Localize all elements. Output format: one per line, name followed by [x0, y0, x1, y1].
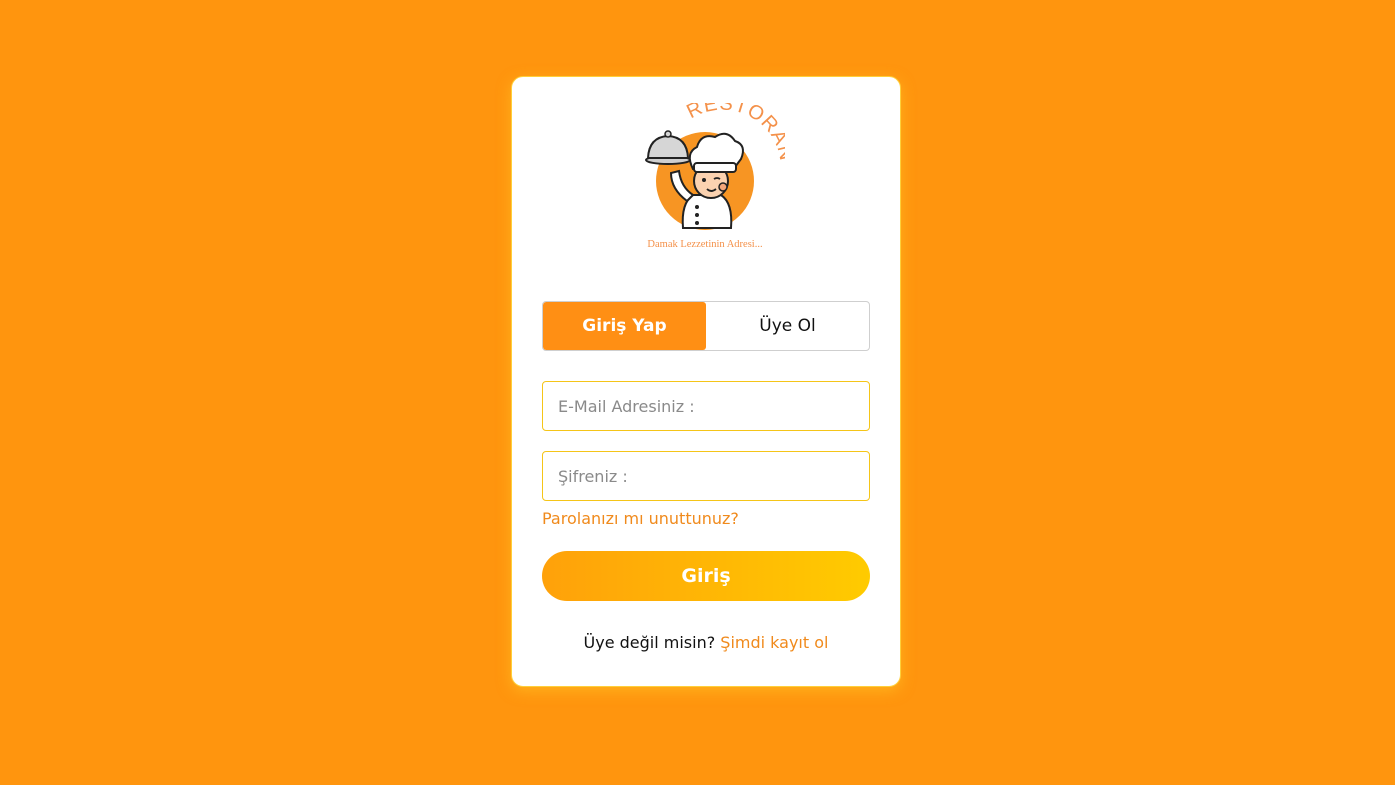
tab-login[interactable]: Giriş Yap: [543, 302, 706, 350]
signup-link[interactable]: Şimdi kayıt ol: [720, 633, 828, 652]
auth-tabs: Giriş Yap Üye Ol: [542, 301, 870, 351]
password-input[interactable]: [542, 451, 870, 501]
brand-tagline: Damak Lezzetinin Adresi...: [647, 239, 762, 250]
email-input[interactable]: [542, 381, 870, 431]
forgot-password-link[interactable]: Parolanızı mı unuttunuz?: [542, 509, 739, 528]
login-button[interactable]: Giriş: [542, 551, 870, 601]
tab-register[interactable]: Üye Ol: [706, 302, 869, 350]
login-card: RESTORAN Damak Lezz: [511, 76, 901, 687]
restaurant-logo: RESTORAN Damak Lezz: [631, 103, 785, 253]
chef-logo-icon: RESTORAN Damak Lezz: [645, 103, 785, 250]
signup-prompt-text: Üye değil misin?: [583, 633, 716, 652]
signup-prompt: Üye değil misin? Şimdi kayıt ol: [512, 633, 900, 652]
